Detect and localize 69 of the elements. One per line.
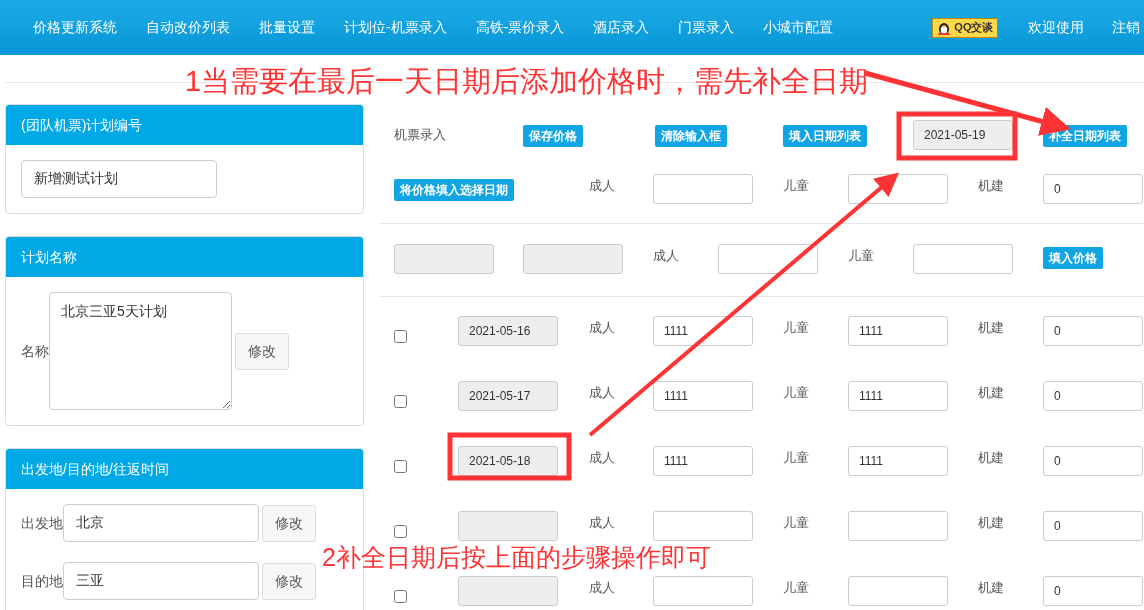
panel-header: 计划名称 — [6, 237, 363, 277]
date-field[interactable]: 2021-05-19 — [913, 120, 1013, 150]
field-label: 目的地 — [21, 571, 63, 591]
field-label: 机建 — [978, 319, 1005, 337]
field-label: 成人 — [653, 247, 680, 265]
adult-price-field[interactable] — [653, 174, 753, 204]
row-checkbox[interactable] — [394, 330, 407, 343]
field-label: 儿童 — [783, 177, 810, 195]
annotation-text: 1当需要在最后一天日期后添加价格时，需先补全日期 — [185, 64, 869, 99]
section-label: 机票录入 — [394, 126, 447, 145]
end-date-field[interactable] — [523, 244, 623, 274]
child-price-field[interactable] — [848, 576, 948, 606]
edit-button[interactable]: 修改 — [262, 562, 316, 600]
field-label: 儿童 — [783, 514, 810, 532]
tax-field[interactable]: 0 — [1043, 174, 1143, 204]
field-label: 儿童 — [783, 579, 810, 597]
field-label: 成人 — [589, 514, 616, 532]
child-price-field[interactable]: 1111 — [848, 381, 948, 411]
plan-name-textarea[interactable]: 北京三亚5天计划 — [49, 292, 232, 410]
field-label: 儿童 — [848, 247, 875, 265]
child-price-field[interactable]: 1111 — [848, 316, 948, 346]
date-field[interactable]: 2021-05-18 — [458, 446, 558, 476]
location-field[interactable]: 三亚 — [63, 562, 259, 600]
row-checkbox[interactable] — [394, 525, 407, 538]
field-label: 机建 — [978, 384, 1005, 402]
start-date-field[interactable] — [394, 244, 494, 274]
field-label: 成人 — [589, 579, 616, 597]
field-label: 儿童 — [783, 384, 810, 402]
tax-field[interactable]: 0 — [1043, 511, 1143, 541]
row-checkbox[interactable] — [394, 590, 407, 603]
tax-field[interactable]: 0 — [1043, 381, 1143, 411]
child-price-field[interactable] — [848, 511, 948, 541]
field-label: 成人 — [589, 319, 616, 337]
field-label: 儿童 — [783, 319, 810, 337]
annotation-text: 2补全日期后按上面的步骤操作即可 — [322, 542, 711, 573]
panel-header: 出发地/目的地/往返时间 — [6, 449, 363, 489]
edit-button[interactable]: 修改 — [235, 332, 289, 370]
adult-price-field[interactable] — [653, 576, 753, 606]
field-label: 机建 — [978, 177, 1005, 195]
date-field[interactable]: 2021-05-16 — [458, 316, 558, 346]
tax-field[interactable]: 0 — [1043, 446, 1143, 476]
field-label: 出发地 — [21, 513, 63, 533]
adult-price-field[interactable]: 1111 — [653, 316, 753, 346]
field-label: 成人 — [589, 449, 616, 467]
child-price-field[interactable]: 1111 — [848, 446, 948, 476]
tax-field[interactable]: 0 — [1043, 316, 1143, 346]
adult-price-field[interactable]: 1111 — [653, 446, 753, 476]
edit-button[interactable]: 修改 — [262, 504, 316, 542]
field-label: 机建 — [978, 514, 1005, 532]
field-label: 成人 — [589, 177, 616, 195]
location-field[interactable]: 北京 — [63, 504, 259, 542]
panel-header: (团队机票)计划编号 — [6, 105, 363, 145]
date-field[interactable]: 2021-05-17 — [458, 381, 558, 411]
adult-price-field[interactable] — [718, 244, 818, 274]
adult-price-field[interactable]: 1111 — [653, 381, 753, 411]
plan-number-field[interactable]: 新增测试计划 — [21, 160, 217, 198]
date-field[interactable] — [458, 511, 558, 541]
field-label: 成人 — [589, 384, 616, 402]
row-checkbox[interactable] — [394, 460, 407, 473]
adult-price-field[interactable] — [653, 511, 753, 541]
tax-field[interactable]: 0 — [1043, 576, 1143, 606]
field-label: 儿童 — [783, 449, 810, 467]
field-label: 机建 — [978, 579, 1005, 597]
field-label: 名称 — [21, 341, 49, 361]
date-field[interactable] — [458, 576, 558, 606]
qq-chat-button[interactable]: QQ交谈 — [932, 17, 999, 38]
child-price-field[interactable] — [913, 244, 1013, 274]
row-checkbox[interactable] — [394, 395, 407, 408]
field-label: 机建 — [978, 449, 1005, 467]
